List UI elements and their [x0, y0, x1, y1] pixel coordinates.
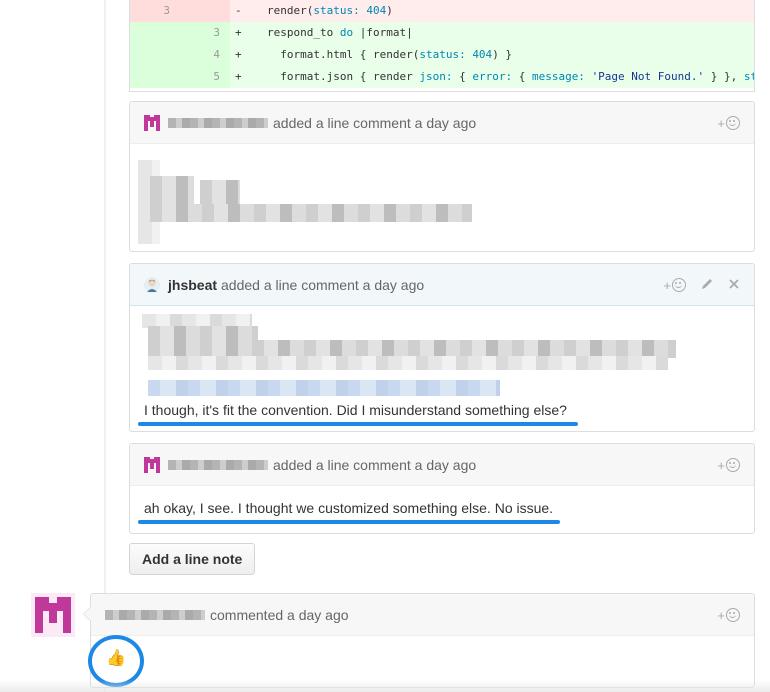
diff-view: 3 - render(status: 404) 3 + respond_to d…: [129, 0, 755, 92]
close-icon[interactable]: [728, 278, 740, 293]
old-line-number[interactable]: 3: [130, 0, 180, 22]
redacted-link: [148, 380, 500, 396]
timeline-line: [104, 0, 106, 692]
line-comment: jhsbeat added a line comment a day ago +…: [129, 263, 755, 432]
comment-header: commented a day ago +: [91, 594, 754, 636]
diff-code: format.json { render json: { error: { me…: [267, 70, 754, 83]
comment-action: commented a day ago: [210, 606, 349, 623]
author-name[interactable]: jhsbeat: [168, 277, 217, 293]
comment-arrow: [83, 606, 91, 622]
comment-header: added a line comment a day ago +: [130, 102, 754, 144]
old-line-number[interactable]: [130, 66, 180, 88]
diff-row: 3 + respond_to do |format|: [130, 22, 754, 44]
author-name-redacted[interactable]: [168, 459, 268, 470]
diff-row: 3 - render(status: 404): [130, 0, 754, 22]
old-line-number[interactable]: [130, 44, 180, 66]
diff-sign: +: [235, 48, 242, 61]
diff-row: 5 + format.json { render json: { error: …: [130, 66, 754, 88]
comment-actions: +: [717, 444, 740, 486]
highlight-underline: [138, 520, 560, 524]
author-name-redacted[interactable]: [168, 117, 268, 128]
diff-sign: +: [235, 26, 242, 39]
reaction-icon[interactable]: +: [663, 278, 686, 293]
avatar[interactable]: [31, 593, 75, 637]
comment-actions: +: [663, 264, 740, 306]
new-line-number[interactable]: [180, 0, 230, 22]
redacted-text: [150, 204, 472, 222]
comment-actions: +: [717, 594, 740, 636]
comment-action: added a line comment a day ago: [221, 276, 425, 293]
comment-action: added a line comment a day ago: [273, 456, 477, 473]
comment-text: ah okay, I see. I thought we customized …: [144, 500, 554, 516]
reaction-icon[interactable]: +: [717, 116, 740, 131]
avatar[interactable]: [144, 456, 160, 473]
comment-header: added a line comment a day ago +: [130, 444, 754, 486]
diff-row: 4 + format.html { render(status: 404) }: [130, 44, 754, 66]
comment-body: I though, it's fit the convention. Did I…: [130, 306, 754, 426]
add-line-note-button[interactable]: Add a line note: [129, 543, 256, 575]
old-line-number[interactable]: [130, 22, 180, 44]
avatar[interactable]: [144, 114, 160, 131]
new-line-number[interactable]: 5: [180, 66, 230, 88]
diff-code: respond_to do |format|: [267, 26, 413, 39]
comment-header: jhsbeat added a line comment a day ago +: [130, 264, 754, 306]
comment-action: added a line comment a day ago: [273, 114, 477, 131]
line-comment: added a line comment a day ago + ah okay…: [129, 443, 755, 534]
comment-text: I though, it's fit the convention. Did I…: [144, 402, 567, 418]
diff-code: format.html { render(status: 404) }: [267, 48, 513, 61]
comment-body: [130, 144, 754, 244]
pencil-icon[interactable]: [700, 277, 714, 294]
timeline-comment: commented a day ago +: [83, 593, 755, 688]
diff-code: render(status: 404): [267, 4, 393, 17]
new-line-number[interactable]: 3: [180, 22, 230, 44]
bottom-fade: [0, 680, 770, 692]
line-comment: added a line comment a day ago +: [129, 101, 755, 252]
comment-body: ah okay, I see. I thought we customized …: [130, 486, 754, 524]
avatar[interactable]: [144, 276, 160, 293]
redacted-text: [148, 356, 668, 370]
new-line-number[interactable]: 4: [180, 44, 230, 66]
highlight-underline: [138, 422, 578, 426]
diff-sign: -: [235, 4, 242, 17]
diff-sign: +: [235, 70, 242, 83]
comment-actions: +: [717, 102, 740, 144]
reaction-icon[interactable]: +: [717, 608, 740, 623]
reaction-icon[interactable]: +: [717, 458, 740, 473]
author-name-redacted[interactable]: [105, 609, 205, 620]
